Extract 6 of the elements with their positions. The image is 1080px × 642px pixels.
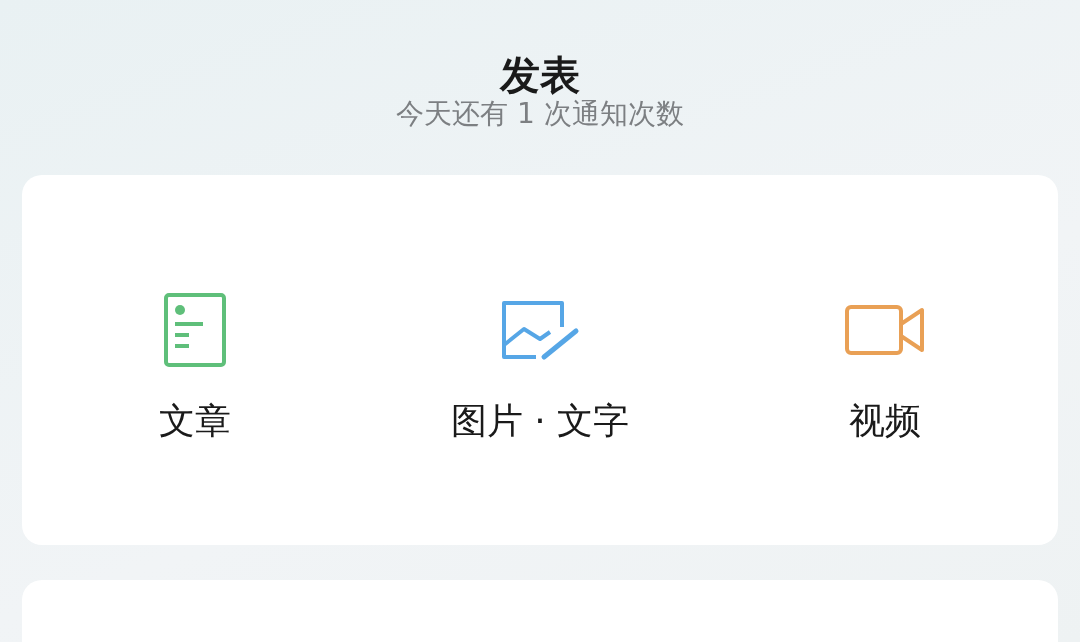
option-label[interactable]: 文章 (158, 398, 231, 444)
option-label[interactable]: 图片 · 文字 (450, 398, 630, 444)
option-label[interactable]: 视频 (849, 398, 922, 444)
picture-pen-icon (500, 299, 580, 361)
video-camera-icon (844, 302, 927, 358)
document-icon (162, 292, 227, 368)
